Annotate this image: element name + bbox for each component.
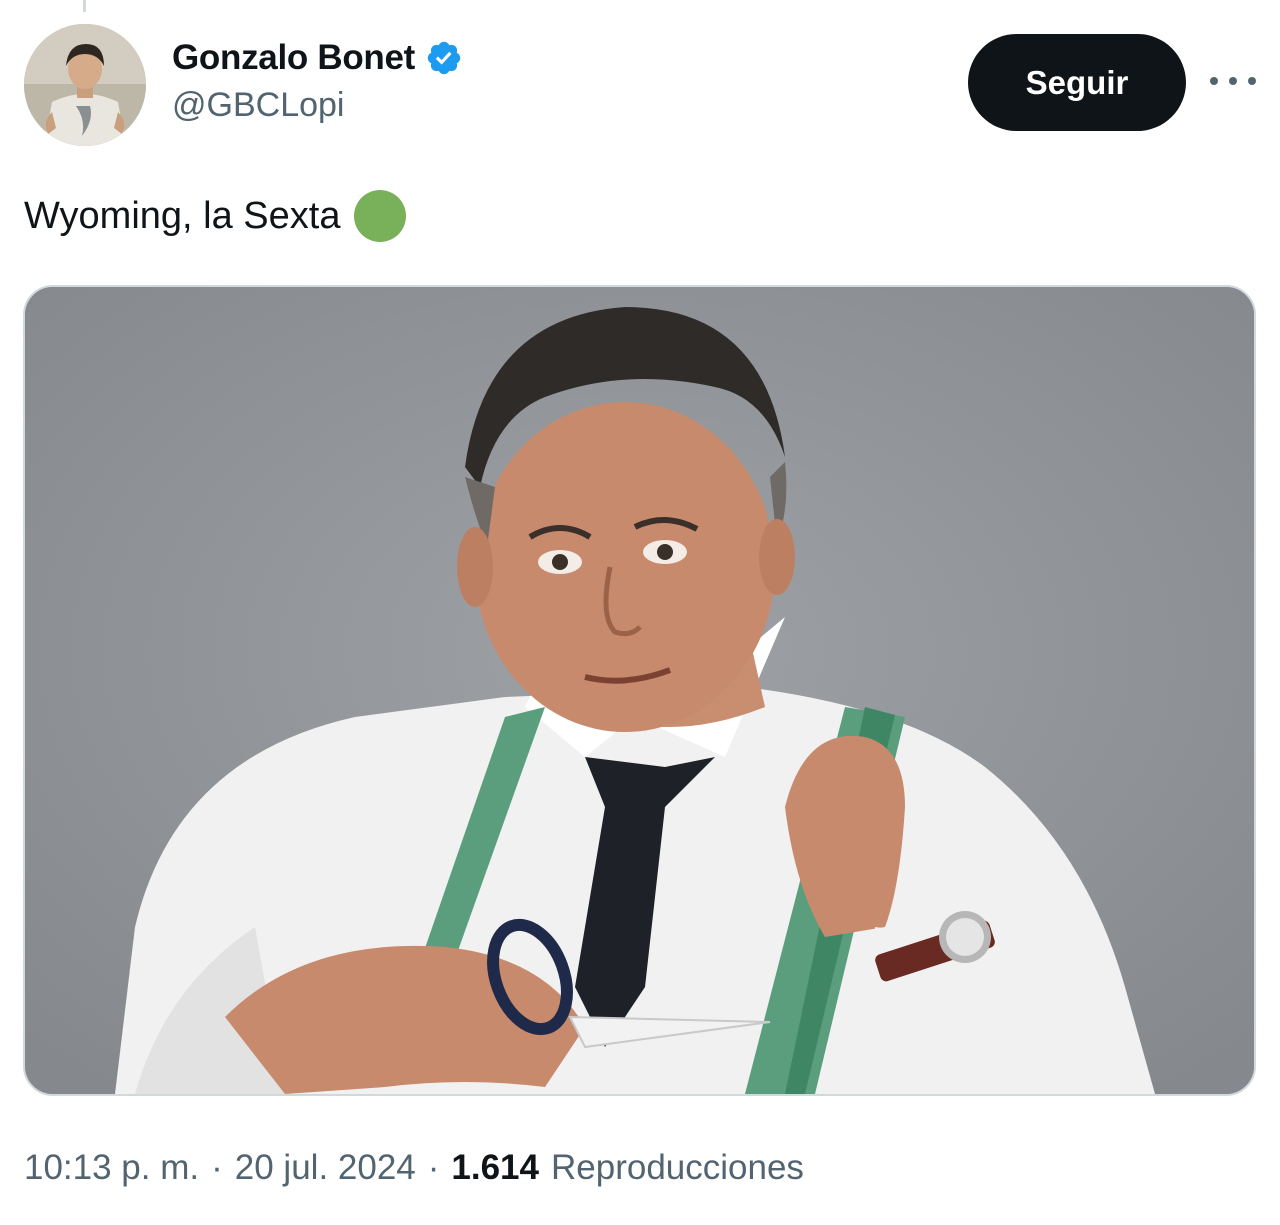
more-horizontal-icon[interactable] (1210, 66, 1256, 96)
views-count: 1.614 (451, 1148, 539, 1187)
author-info: Gonzalo Bonet @GBCLopi (172, 36, 463, 125)
tweet-header: Gonzalo Bonet @GBCLopi Seguir (0, 0, 1280, 160)
meta-separator: · (211, 1148, 223, 1187)
meta-separator: · (427, 1148, 440, 1187)
tweet-text: Wyoming, la Sexta (24, 190, 407, 242)
tweet-meta: 10:13 p. m. · 20 jul. 2024 · 1.614 Repro… (24, 1148, 804, 1188)
more-dot (1229, 77, 1237, 85)
tweet-text-content: Wyoming, la Sexta (24, 194, 341, 237)
tweet-media-image[interactable] (23, 285, 1256, 1096)
display-name-row: Gonzalo Bonet (172, 36, 463, 80)
views-label: Reproducciones (551, 1148, 804, 1187)
photo-man-cutting-suspenders (25, 287, 1254, 1094)
user-handle[interactable]: @GBCLopi (172, 86, 463, 125)
follow-button[interactable]: Seguir (968, 34, 1186, 131)
more-dot (1248, 77, 1256, 85)
tweet-time[interactable]: 10:13 p. m. (24, 1148, 199, 1188)
avatar[interactable] (24, 24, 146, 146)
verified-badge-icon (425, 39, 463, 77)
avatar-photo (24, 24, 146, 146)
tweet-date[interactable]: 20 jul. 2024 (235, 1148, 416, 1188)
more-dot (1210, 77, 1218, 85)
green-circle-emoji-icon (354, 190, 407, 242)
display-name[interactable]: Gonzalo Bonet (172, 38, 415, 78)
